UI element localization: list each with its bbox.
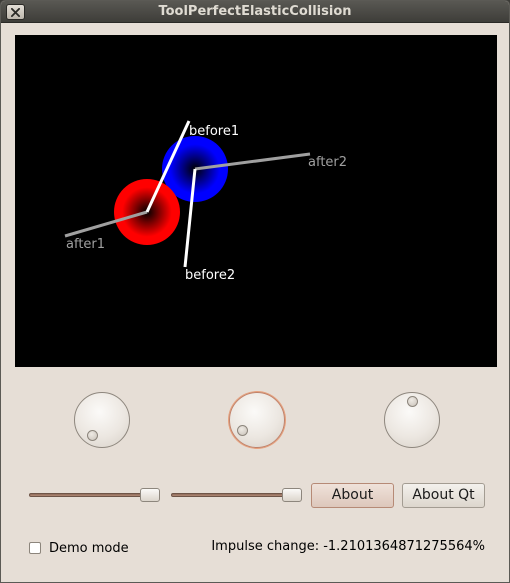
dial-3[interactable] <box>384 392 440 448</box>
about-button[interactable]: About <box>311 483 394 508</box>
window-title: ToolPerfectElasticCollision <box>158 4 352 19</box>
after2-label: after2 <box>308 155 347 170</box>
impulse-change-readout: Impulse change: -1.2101364871275564% <box>211 539 485 554</box>
demo-mode-row: Demo mode <box>29 539 129 557</box>
about-qt-button[interactable]: About Qt <box>402 483 485 508</box>
demo-mode-label[interactable]: Demo mode <box>49 541 129 556</box>
title-bar: ToolPerfectElasticCollision <box>1 1 509 23</box>
slider-1[interactable] <box>29 488 160 502</box>
main-window: ToolPerfectElasticCollision before1 befo… <box>0 0 510 583</box>
before2-label: before2 <box>185 268 235 283</box>
slider-1-handle[interactable] <box>140 488 160 502</box>
dial-2-notch <box>237 425 248 436</box>
before1-label: before1 <box>189 124 239 139</box>
dial-2[interactable] <box>229 392 285 448</box>
after1-label: after1 <box>66 237 105 252</box>
dial-1[interactable] <box>74 392 130 448</box>
demo-mode-checkbox[interactable] <box>29 542 41 554</box>
dial-1-notch <box>87 430 98 441</box>
slider-2-handle[interactable] <box>282 488 302 502</box>
slider-2[interactable] <box>171 488 302 502</box>
simulation-drawing: before1 before2 after1 after2 <box>64 120 347 283</box>
dial-3-notch <box>407 396 418 407</box>
simulation-canvas[interactable]: before1 before2 after1 after2 <box>15 35 497 367</box>
